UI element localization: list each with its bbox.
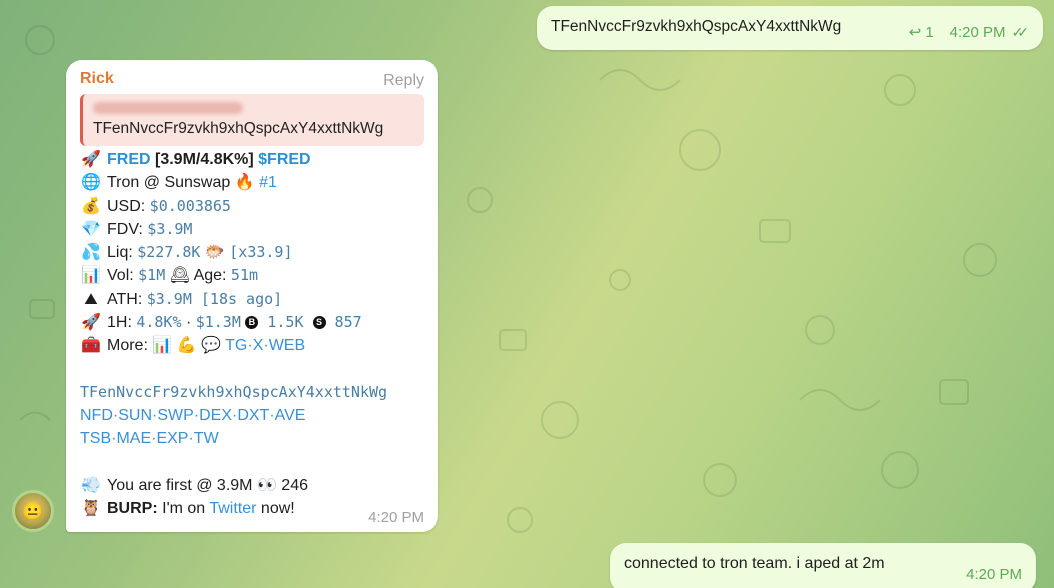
- message-meta: 4:20 PM: [966, 566, 1022, 583]
- info-line: 🌐 Tron @ Sunswap 🔥 #1: [80, 171, 424, 194]
- reply-count: 1: [925, 23, 934, 41]
- line-part: 1.5K: [258, 313, 313, 332]
- line-part: $3.9M [18s ago]: [146, 289, 283, 308]
- contract-address[interactable]: TFenNvccFr9zvkh9xhQspcAxY4xxttNkWg: [80, 381, 424, 404]
- line-part: Tron @ Sunswap: [107, 174, 235, 192]
- line-part[interactable]: TG·X·WEB: [225, 337, 305, 354]
- line-part: $227.8K: [137, 243, 201, 262]
- double-check-icon: ✓✓: [1011, 23, 1030, 40]
- info-line: 🧰 More: 📊 💪 💬 TG·X·WEB: [80, 334, 424, 357]
- line-part: USD:: [107, 197, 150, 215]
- line-emoji-icon: 🌐: [81, 174, 101, 192]
- line-part[interactable]: FRED: [107, 151, 151, 168]
- line-emoji-icon: ⛰: [84, 290, 98, 308]
- replies-indicator[interactable]: ↩ 1: [908, 23, 934, 42]
- outgoing-message-bottom[interactable]: connected to tron team. i aped at 2m 4:2…: [610, 543, 1036, 588]
- line-part[interactable]: #1: [255, 174, 277, 191]
- line-part: 🔥: [234, 174, 255, 192]
- info-line: ⛰ ATH: $3.9M [18s ago]: [80, 288, 424, 311]
- line-part: Vol:: [107, 267, 139, 285]
- avatar-face-icon: 😐: [21, 500, 45, 521]
- line-part: Liq:: [107, 244, 138, 262]
- quote-text: TFenNvccFr9zvkh9xhQspcAxY4xxttNkWg: [93, 120, 384, 137]
- line-emoji-icon: 🚀: [81, 314, 101, 332]
- wind-icon: 💨: [81, 476, 101, 494]
- reply-arrow-icon: ↩: [908, 24, 922, 41]
- info-line: 📊 Vol: $1M 🕰 Age: 51m: [80, 264, 424, 287]
- line-part: [x33.9]: [229, 243, 293, 262]
- line-emoji-icon: 💦: [81, 244, 101, 262]
- links-row-2[interactable]: TSB·MAE·EXP·TW: [80, 427, 424, 450]
- incoming-message[interactable]: Rick Reply TFenNvccFr9zvkh9xhQspcAxY4xxt…: [66, 60, 438, 532]
- line-part: [3.9M/4.8K%]: [150, 151, 259, 168]
- line-part: $1M: [138, 266, 166, 285]
- message-time: 4:20 PM: [368, 509, 424, 526]
- line-part: $0.003865: [149, 196, 231, 215]
- twitter-link[interactable]: Twitter: [209, 500, 256, 517]
- info-line: 💎 FDV: $3.9M: [80, 218, 424, 241]
- sender-name[interactable]: Rick: [80, 70, 424, 88]
- line-part: 51m: [230, 266, 259, 285]
- line-part: Age:: [193, 267, 231, 285]
- message-text: connected to tron team. i aped at 2m: [624, 555, 885, 572]
- first-buyer-line: 💨 You are first @ 3.9M 👀 246: [80, 474, 424, 497]
- reply-button[interactable]: Reply: [383, 72, 424, 90]
- message-meta: ↩ 1 4:20 PM ✓✓: [908, 23, 1030, 42]
- sender-avatar[interactable]: 😐: [12, 490, 54, 532]
- line-emoji-icon: 💰: [81, 197, 101, 215]
- token-info-lines: 🚀 FRED [3.9M/4.8K%] $FRED 🌐 Tron @ Sunswap …: [80, 148, 424, 358]
- line-part: S: [312, 316, 326, 330]
- bird-icon: 🦉: [81, 499, 101, 517]
- info-line: 🚀 1H: 4.8K% · $1.3M B 1.5K S 857: [80, 311, 424, 334]
- line-emoji-icon: 📊: [81, 267, 101, 285]
- line-emoji-icon: 💎: [81, 220, 101, 238]
- line-part: 🐡: [200, 244, 230, 262]
- message-time: 4:20 PM: [949, 23, 1006, 41]
- line-emoji-icon: 🚀: [81, 151, 101, 168]
- info-line: 🚀 FRED [3.9M/4.8K%] $FRED: [80, 148, 424, 171]
- blurred-quote-author: [93, 102, 243, 114]
- outgoing-message-top[interactable]: TFenNvccFr9zvkh9xhQspcAxY4xxttNkWg ↩ 1 4…: [537, 6, 1043, 50]
- line-part: $3.9M: [147, 219, 193, 238]
- line-part: ATH:: [107, 290, 147, 308]
- info-line: 💦 Liq: $227.8K 🐡 [x33.9]: [80, 241, 424, 264]
- line-emoji-icon: 🧰: [81, 337, 101, 355]
- line-part: 857: [325, 313, 362, 332]
- line-part: 🕰: [165, 267, 194, 285]
- line-part: ·: [181, 314, 196, 332]
- line-part: 4.8K%: [136, 313, 182, 332]
- quoted-message[interactable]: TFenNvccFr9zvkh9xhQspcAxY4xxttNkWg: [80, 94, 424, 146]
- line-part[interactable]: $FRED: [258, 151, 310, 168]
- info-line: 💰 USD: $0.003865: [80, 195, 424, 218]
- line-part: FDV:: [107, 220, 148, 238]
- line-part: B: [245, 316, 259, 330]
- line-part: $1.3M: [195, 313, 241, 332]
- line-part: 📊 💪 💬: [152, 337, 226, 355]
- links-row-1[interactable]: NFD·SUN·SWP·DEX·DXT·AVE: [80, 404, 424, 427]
- line-part: More:: [107, 337, 153, 355]
- message-time: 4:20 PM: [966, 566, 1022, 583]
- line-part: 1H:: [107, 314, 137, 332]
